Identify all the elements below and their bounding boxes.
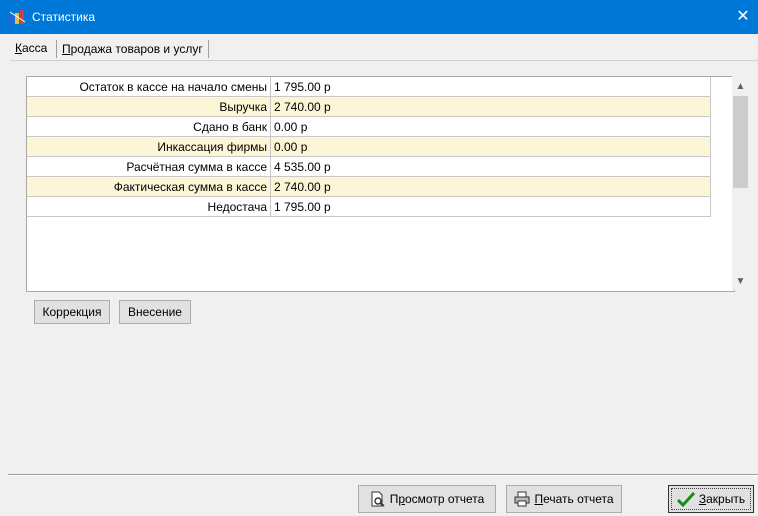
print-report-button[interactable]: Печать отчета [506, 485, 622, 513]
row-value: 0.00 р [270, 116, 711, 137]
focus-rect [671, 488, 751, 510]
title-bar: Статистика ✕ [0, 0, 758, 34]
close-window-button[interactable]: ✕ [728, 0, 758, 34]
row-label: Инкассация фирмы [27, 136, 271, 157]
preview-report-button[interactable]: Просмотр отчета [358, 485, 496, 513]
table-row[interactable]: Фактическая сумма в кассе 2 740.00 р [27, 176, 711, 197]
vertical-scrollbar[interactable]: ▲ ▼ [732, 76, 749, 290]
row-label: Выручка [27, 96, 271, 117]
table-row[interactable]: Недостача 1 795.00 р [27, 196, 711, 217]
tab-sales-goods-services[interactable]: Продажа товаров и услуг [56, 40, 209, 58]
row-label: Остаток в кассе на начало смены [27, 77, 271, 97]
row-value: 2 740.00 р [270, 96, 711, 117]
row-value: 2 740.00 р [270, 176, 711, 197]
row-value: 4 535.00 р [270, 156, 711, 177]
footer-divider-highlight [8, 475, 758, 476]
preview-icon [370, 485, 386, 511]
deposit-button[interactable]: Внесение [119, 300, 191, 324]
table-row[interactable]: Остаток в кассе на начало смены 1 795.00… [27, 77, 711, 97]
row-label: Фактическая сумма в кассе [27, 176, 271, 197]
row-label: Расчётная сумма в кассе [27, 156, 271, 177]
tab-divider [10, 60, 758, 61]
table-row[interactable]: Сдано в банк 0.00 р [27, 116, 711, 137]
row-value: 1 795.00 р [270, 196, 711, 217]
stats-grid[interactable]: Остаток в кассе на начало смены 1 795.00… [26, 76, 735, 292]
row-label: Недостача [27, 196, 271, 217]
close-button[interactable]: Закрыть [668, 485, 754, 513]
table-row[interactable]: Инкассация фирмы 0.00 р [27, 136, 711, 157]
scroll-up-icon[interactable]: ▲ [732, 78, 749, 95]
table-row[interactable]: Выручка 2 740.00 р [27, 96, 711, 117]
window-title: Статистика [32, 10, 96, 24]
scroll-down-icon[interactable]: ▼ [732, 273, 749, 290]
row-value: 0.00 р [270, 136, 711, 157]
row-value: 1 795.00 р [270, 77, 711, 97]
printer-icon [514, 485, 530, 511]
table-row[interactable]: Расчётная сумма в кассе 4 535.00 р [27, 156, 711, 177]
tab-kassa[interactable]: Касса [10, 38, 53, 58]
app-icon [10, 10, 26, 24]
stats-table: Остаток в кассе на начало смены 1 795.00… [27, 77, 711, 217]
correction-button[interactable]: Коррекция [34, 300, 110, 324]
row-label: Сдано в банк [27, 116, 271, 137]
scroll-thumb[interactable] [733, 96, 748, 188]
